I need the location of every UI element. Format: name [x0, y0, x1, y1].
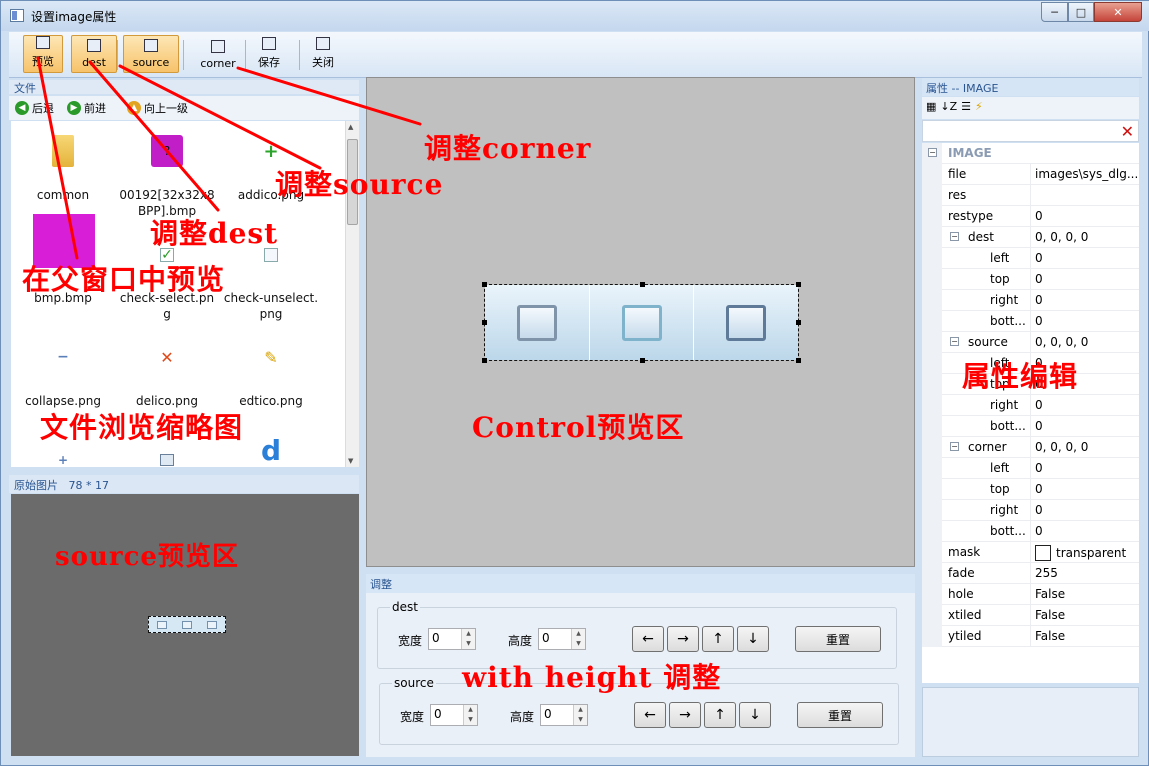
- annotation-line-source: [118, 64, 322, 170]
- annotation-files: 文件浏览缩略图: [40, 411, 244, 444]
- annotation-source-preview: source预览区: [55, 542, 239, 572]
- annotation-preview: 在父窗口中预览: [22, 263, 226, 296]
- annotation-source: 调整source: [275, 168, 444, 201]
- annotation-corner: 调整corner: [424, 132, 592, 165]
- annotation-dest: 调整dest: [150, 217, 279, 250]
- annotation-line-preview: [36, 56, 79, 260]
- annotation-control-preview: Control预览区: [472, 411, 685, 444]
- annotation-width-height: with height 调整: [462, 661, 722, 694]
- annotation-props: 属性编辑: [962, 360, 1079, 393]
- annotation-line-corner: [236, 66, 422, 126]
